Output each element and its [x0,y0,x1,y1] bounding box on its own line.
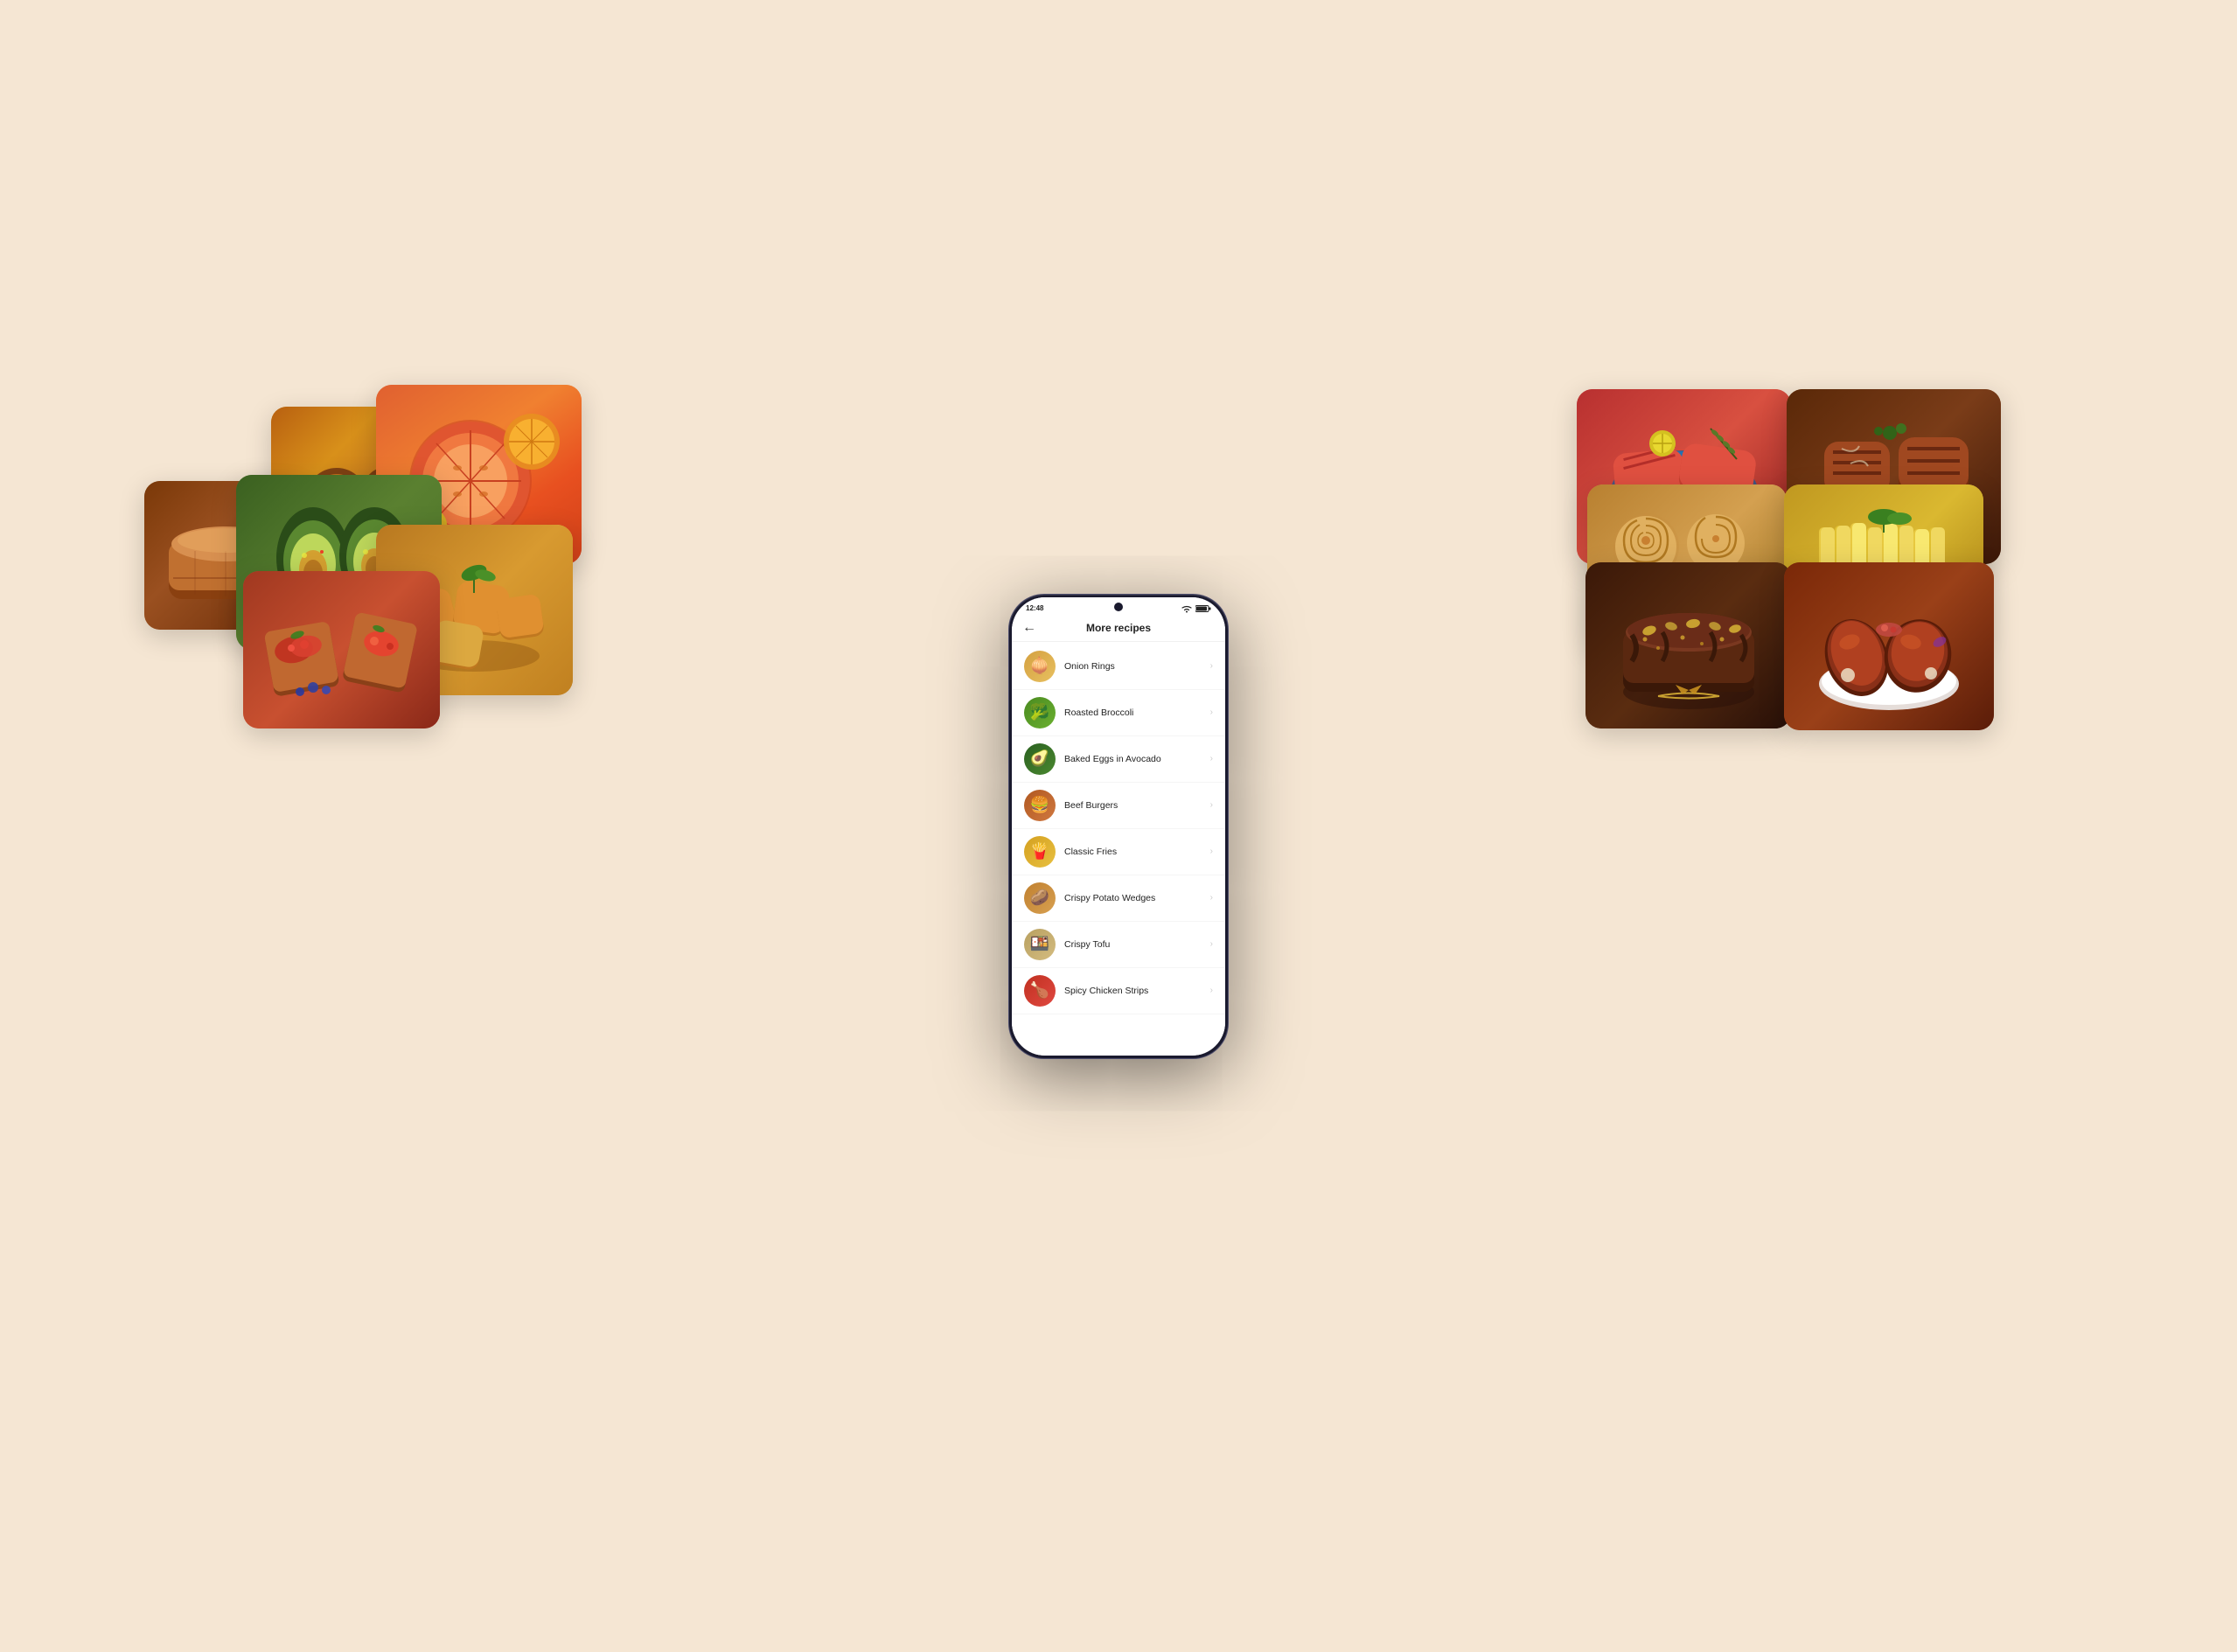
chevron-icon-beef-burgers: › [1210,800,1213,810]
recipe-item-spicy-chicken[interactable]: 🍗 Spicy Chicken Strips › [1012,968,1225,1014]
header-title: More recipes [1086,622,1151,634]
recipe-list: 🧅 Onion Rings › 🥦 Roasted Broccoli › 🥑 Baked Eg… [1012,642,1225,1056]
recipe-item-crispy-tofu[interactable]: 🍱 Crispy Tofu › [1012,922,1225,968]
recipe-name-baked-eggs-avocado: Baked Eggs in Avocado [1064,754,1202,764]
food-card-fries-bg [1784,484,1983,649]
food-card-steak [1787,389,2001,564]
recipe-name-beef-burgers: Beef Burgers [1064,800,1202,811]
food-card-tofu [376,525,573,695]
back-button[interactable]: ← [1022,621,1036,635]
food-card-citrus [376,385,582,564]
food-card-bruschetta [243,571,440,728]
status-time: 12:48 [1026,604,1043,612]
recipe-item-classic-fries[interactable]: 🍟 Classic Fries › [1012,829,1225,875]
status-icons [1181,604,1211,613]
chevron-icon-crispy-tofu: › [1210,939,1213,949]
recipe-item-beef-burgers[interactable]: 🍔 Beef Burgers › [1012,783,1225,829]
recipe-item-baked-eggs-avocado[interactable]: 🥑 Baked Eggs in Avocado › [1012,736,1225,783]
phone-mockup: 12:48 [1009,595,1228,1058]
recipe-thumb-crispy-potato: 🥔 [1024,882,1056,914]
food-card-bread [144,481,306,630]
chevron-icon-roasted-broccoli: › [1210,708,1213,717]
food-card-chicken-wings [1784,562,1994,730]
battery-icon [1195,604,1211,613]
recipe-thumb-crispy-tofu: 🍱 [1024,929,1056,960]
recipe-name-roasted-broccoli: Roasted Broccoli [1064,708,1202,718]
recipe-thumb-baked-eggs-avocado: 🥑 [1024,743,1056,775]
chevron-icon-onion-rings: › [1210,661,1213,671]
recipe-name-crispy-potato: Crispy Potato Wedges [1064,893,1202,903]
chevron-icon-baked-eggs-avocado: › [1210,754,1213,763]
recipe-name-classic-fries: Classic Fries [1064,847,1202,857]
chevron-icon-crispy-potato: › [1210,893,1213,903]
recipe-thumb-onion-rings: 🧅 [1024,651,1056,682]
recipe-thumb-beef-burgers: 🍔 [1024,790,1056,821]
camera-hole [1114,603,1123,611]
recipe-item-roasted-broccoli[interactable]: 🥦 Roasted Broccoli › [1012,690,1225,736]
phone-frame: 12:48 [1009,595,1228,1058]
food-card-avocado [236,475,442,650]
recipe-item-crispy-potato[interactable]: 🥔 Crispy Potato Wedges › [1012,875,1225,922]
chevron-icon-spicy-chicken: › [1210,986,1213,995]
recipe-thumb-roasted-broccoli: 🥦 [1024,697,1056,728]
status-bar: 12:48 [1012,597,1225,617]
recipe-thumb-classic-fries: 🍟 [1024,836,1056,868]
chevron-icon-classic-fries: › [1210,847,1213,856]
recipe-thumb-spicy-chicken: 🍗 [1024,975,1056,1007]
recipe-item-onion-rings[interactable]: 🧅 Onion Rings › [1012,644,1225,690]
phone-screen: 12:48 [1012,597,1225,1056]
recipe-name-onion-rings: Onion Rings [1064,661,1202,672]
recipe-name-crispy-tofu: Crispy Tofu [1064,939,1202,950]
wifi-icon [1181,604,1193,613]
recipe-name-spicy-chicken: Spicy Chicken Strips [1064,986,1202,996]
app-header: ← More recipes [1012,617,1225,642]
food-card-tarts [271,407,472,573]
food-card-cookies [1587,484,1787,649]
food-card-salmon [1577,389,1791,564]
food-card-chocolate-cake [1585,562,1791,728]
